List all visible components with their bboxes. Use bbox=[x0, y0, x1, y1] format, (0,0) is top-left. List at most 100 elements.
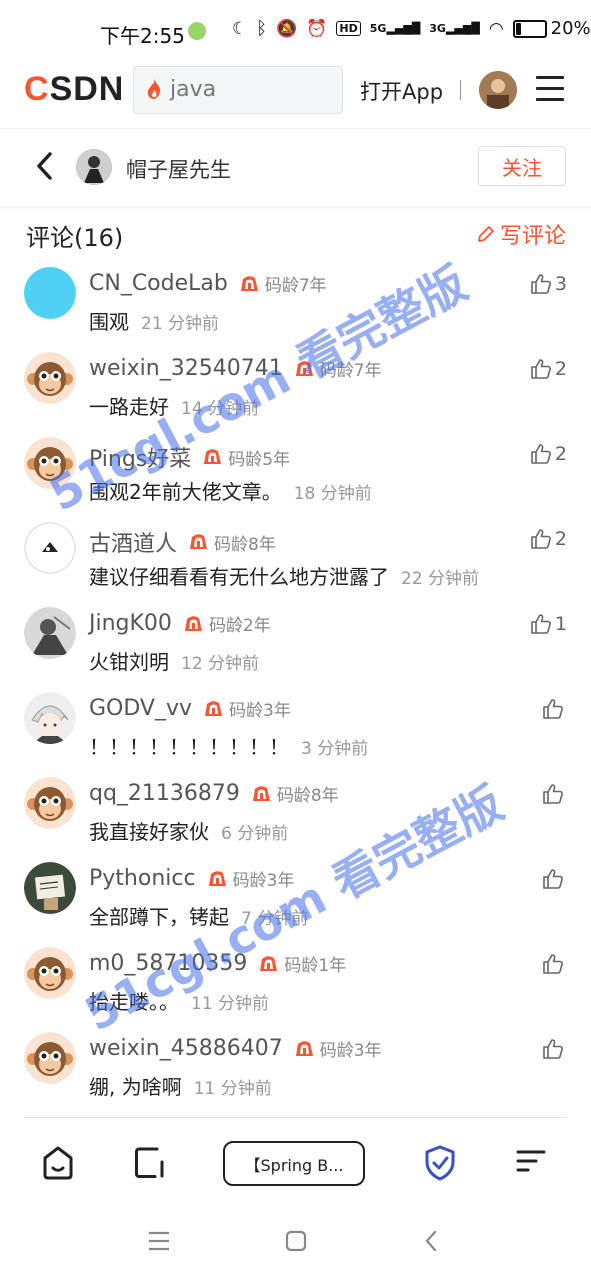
like-button[interactable] bbox=[542, 783, 567, 805]
fire-icon bbox=[147, 79, 161, 99]
commenter-name-row: weixin_45886407 码龄3年 bbox=[89, 1036, 382, 1061]
comment-item[interactable]: JingK00 码龄2年 火钳刘明 12 分钟前 1 bbox=[0, 607, 591, 692]
current-article-button[interactable]: 【Spring B... bbox=[223, 1141, 365, 1186]
commenter-avatar[interactable] bbox=[24, 947, 76, 999]
comment-time: 11 分钟前 bbox=[193, 1079, 272, 1099]
commenter-avatar[interactable] bbox=[24, 352, 76, 404]
like-button[interactable]: 2 bbox=[530, 358, 567, 380]
comment-item[interactable]: 古酒道人 码龄8年 建议仔细看看有无什么地方泄露了 22 分钟前 2 bbox=[0, 522, 591, 607]
commenter-name[interactable]: Pythonicc bbox=[89, 866, 196, 891]
code-age-badge: 码龄2年 bbox=[182, 611, 271, 636]
commenter-name[interactable]: JingK00 bbox=[89, 611, 172, 636]
mute-icon: 🔕 bbox=[276, 18, 298, 39]
comment-item[interactable]: CN_CodeLab 码龄7年 围观 21 分钟前 3 bbox=[0, 267, 591, 352]
shield-check-icon[interactable] bbox=[423, 1144, 457, 1182]
follow-button[interactable]: 关注 bbox=[478, 146, 566, 186]
thumbs-up-icon bbox=[531, 529, 551, 549]
commenter-name[interactable]: qq_21136879 bbox=[89, 781, 240, 806]
commenter-name[interactable]: GODV_vv bbox=[89, 696, 192, 721]
like-button[interactable]: 1 bbox=[530, 613, 567, 635]
alarm-icon: ⏰ bbox=[306, 18, 328, 39]
code-age-badge: 码龄7年 bbox=[238, 271, 327, 296]
recent-apps-icon[interactable] bbox=[146, 1228, 172, 1254]
menu-icon[interactable] bbox=[536, 76, 564, 102]
commenter-name[interactable]: CN_CodeLab bbox=[89, 271, 228, 296]
comment-item[interactable]: GODV_vv 码龄3年 ！！！！！！！！！！ 3 分钟前 bbox=[0, 692, 591, 777]
commenter-name-row: qq_21136879 码龄8年 bbox=[89, 781, 339, 806]
like-button[interactable]: 2 bbox=[530, 528, 567, 550]
commenter-avatar[interactable] bbox=[24, 522, 76, 574]
app-status-icon bbox=[188, 22, 206, 40]
commenter-name-row: Pings好菜 码龄5年 bbox=[89, 441, 290, 473]
comment-time: 21 分钟前 bbox=[141, 314, 220, 334]
comment-item[interactable]: weixin_45886407 码龄3年 绷, 为啥啊 11 分钟前 bbox=[0, 1032, 591, 1117]
commenter-name[interactable]: 古酒道人 bbox=[89, 526, 177, 558]
code-age-badge-icon bbox=[240, 275, 258, 291]
back-arrow-icon[interactable] bbox=[34, 150, 56, 182]
like-button[interactable]: 3 bbox=[530, 273, 567, 295]
code-age-badge-icon bbox=[204, 449, 222, 464]
comment-item[interactable]: Pings好菜 码龄5年 围观2年前大佬文章。 18 分钟前 2 bbox=[0, 437, 591, 522]
moon-icon: ☾ bbox=[232, 18, 248, 39]
comment-text: 一路走好 bbox=[89, 395, 169, 419]
home-button-icon[interactable] bbox=[283, 1228, 309, 1254]
commenter-name[interactable]: weixin_45886407 bbox=[89, 1036, 283, 1061]
commenter-name-row: 古酒道人 码龄8年 bbox=[89, 526, 276, 558]
comment-item[interactable]: weixin_32540741 码龄7年 一路走好 14 分钟前 2 bbox=[0, 352, 591, 437]
commenter-name[interactable]: Pings好菜 bbox=[89, 441, 191, 473]
commenter-avatar[interactable] bbox=[24, 1032, 76, 1084]
commenter-name[interactable]: weixin_32540741 bbox=[89, 356, 283, 381]
commenter-avatar[interactable] bbox=[24, 692, 76, 744]
comment-text: 我直接好家伙 bbox=[89, 820, 209, 844]
author-avatar[interactable] bbox=[76, 149, 112, 185]
code-age-badge: 码龄8年 bbox=[250, 781, 339, 806]
commenter-name-row: CN_CodeLab 码龄7年 bbox=[89, 271, 327, 296]
battery-indicator: 20% bbox=[512, 18, 591, 39]
commenter-avatar[interactable] bbox=[24, 862, 76, 914]
comment-time: 12 分钟前 bbox=[181, 654, 260, 674]
system-back-icon[interactable] bbox=[420, 1228, 444, 1254]
battery-icon bbox=[512, 19, 547, 38]
search-box[interactable]: java bbox=[133, 66, 343, 114]
comment-text: 围观2年前大佬文章。 bbox=[89, 480, 282, 504]
like-button[interactable] bbox=[542, 953, 567, 975]
home-icon[interactable] bbox=[41, 1144, 75, 1180]
write-comment-button[interactable]: 写评论 bbox=[476, 218, 566, 250]
code-age-badge: 码龄5年 bbox=[201, 445, 290, 470]
comment-text: 火钳刘明 bbox=[89, 650, 169, 674]
comment-item[interactable]: m0_58710359 码龄1年 抬走喽。。 11 分钟前 bbox=[0, 947, 591, 1032]
comment-time: 7 分钟前 bbox=[241, 909, 309, 929]
comment-text-row: 围观2年前大佬文章。 18 分钟前 bbox=[89, 476, 372, 505]
comment-item[interactable]: Pythonicc 码龄3年 全部蹲下，铐起 7 分钟前 bbox=[0, 862, 591, 947]
open-app-button[interactable]: 打开App bbox=[360, 76, 443, 106]
like-button[interactable] bbox=[542, 698, 567, 720]
comment-item[interactable]: qq_21136879 码龄8年 我直接好家伙 6 分钟前 bbox=[0, 777, 591, 862]
code-age-badge: 码龄3年 bbox=[293, 1036, 382, 1061]
wifi-icon: ◠ bbox=[488, 18, 504, 39]
comment-text-row: 围观 21 分钟前 bbox=[89, 306, 219, 335]
commenter-avatar[interactable] bbox=[24, 437, 76, 489]
csdn-logo[interactable]: CSDN bbox=[24, 70, 124, 109]
bookmark-frame-icon[interactable] bbox=[133, 1144, 167, 1180]
signal-3g-icon: 3G▂▄▆█ bbox=[429, 22, 480, 35]
comment-text: 围观 bbox=[89, 310, 129, 334]
user-avatar[interactable] bbox=[479, 71, 517, 109]
author-name[interactable]: 帽子屋先生 bbox=[126, 154, 231, 184]
commenter-avatar[interactable] bbox=[24, 267, 76, 319]
commenter-name[interactable]: m0_58710359 bbox=[89, 951, 247, 976]
comment-time: 14 分钟前 bbox=[181, 399, 260, 419]
list-menu-icon[interactable] bbox=[514, 1144, 548, 1178]
like-button[interactable] bbox=[542, 868, 567, 890]
comment-text-row: ！！！！！！！！！！ 3 分钟前 bbox=[89, 731, 368, 760]
thumbs-up-icon bbox=[531, 444, 551, 464]
comment-text-row: 一路走好 14 分钟前 bbox=[89, 391, 259, 420]
commenter-name-row: m0_58710359 码龄1年 bbox=[89, 951, 346, 976]
like-button[interactable] bbox=[542, 1038, 567, 1060]
commenter-avatar[interactable] bbox=[24, 777, 76, 829]
like-count: 1 bbox=[554, 613, 567, 635]
like-button[interactable]: 2 bbox=[530, 443, 567, 465]
comment-text: 绷, 为啥啊 bbox=[89, 1075, 182, 1099]
thumbs-up-icon bbox=[543, 699, 563, 719]
commenter-avatar[interactable] bbox=[24, 607, 76, 659]
code-age-badge-icon bbox=[208, 870, 226, 886]
